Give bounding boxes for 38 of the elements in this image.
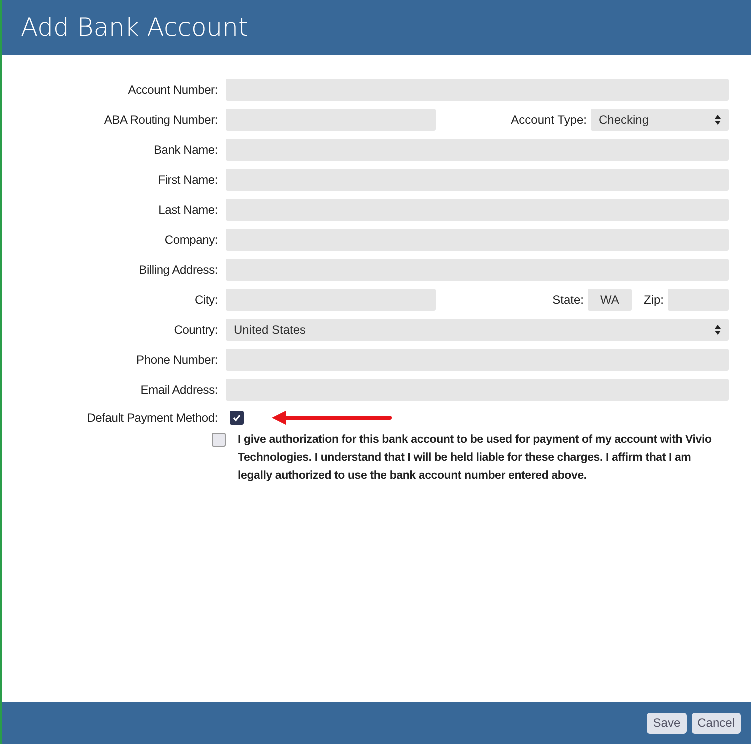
input-field[interactable] xyxy=(226,199,729,221)
input-field[interactable] xyxy=(226,289,436,311)
field-label: Company: xyxy=(164,233,219,247)
window-title: Add Bank Account xyxy=(21,13,248,42)
dropdown-arrows-icon xyxy=(715,324,721,336)
input-field[interactable]: WA xyxy=(588,289,632,311)
field-label: Last Name: xyxy=(158,203,219,217)
input-field[interactable] xyxy=(226,379,729,401)
input-field[interactable] xyxy=(226,349,729,371)
field-label: Account Type: xyxy=(511,113,587,127)
field-label: Bank Name: xyxy=(152,143,219,157)
dialog-button[interactable]: Save xyxy=(647,712,687,734)
field-label: Email Address: xyxy=(140,383,219,397)
field-label: Zip: xyxy=(644,293,664,307)
input-field[interactable] xyxy=(226,79,729,101)
field-label: ABA Routing Number: xyxy=(103,113,219,127)
authorization-text: I give authorization for this bank account to be used for payment of my account with Vivio Technologies. I understand that I will be held liable for these charges. I affirm that I am legally authorized to use the bank account number entered above. xyxy=(238,433,713,484)
field-label: Default Payment Method: xyxy=(86,411,219,425)
dropdown[interactable]: Checking xyxy=(591,109,729,131)
field-label: Account Number: xyxy=(127,83,219,97)
checkmark-icon xyxy=(232,413,242,423)
checkbox[interactable] xyxy=(212,433,226,447)
field-label: City: xyxy=(194,293,219,307)
checkbox[interactable] xyxy=(230,411,244,425)
input-field[interactable] xyxy=(226,169,729,191)
field-label: First Name: xyxy=(157,173,219,187)
field-label: Phone Number: xyxy=(136,353,219,367)
input-field[interactable] xyxy=(226,139,729,161)
input-field[interactable] xyxy=(668,289,729,311)
field-label: Country: xyxy=(173,323,219,337)
input-field[interactable] xyxy=(226,109,436,131)
input-field[interactable] xyxy=(226,229,729,251)
field-label: State: xyxy=(552,293,584,307)
dropdown[interactable]: United States xyxy=(226,319,729,341)
dialog-button[interactable]: Cancel xyxy=(692,712,741,734)
field-label: Billing Address: xyxy=(138,263,219,277)
input-field[interactable] xyxy=(226,259,729,281)
dropdown-arrows-icon xyxy=(715,114,721,126)
